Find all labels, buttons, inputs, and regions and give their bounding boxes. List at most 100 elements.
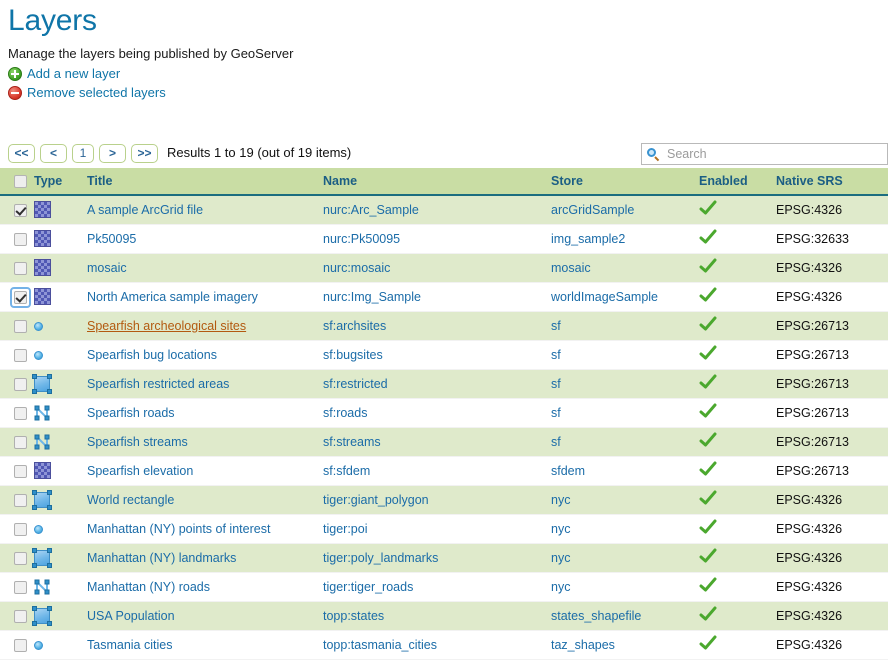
row-select-cell[interactable] [0,427,34,456]
layer-store-link[interactable]: nyc [551,522,570,536]
row-checkbox[interactable] [14,436,27,449]
layer-store-link[interactable]: sf [551,319,561,333]
row-select-cell[interactable] [0,514,34,543]
layer-title-link[interactable]: Spearfish elevation [87,464,193,478]
layer-name-link[interactable]: nurc:mosaic [323,261,390,275]
layer-title-link[interactable]: USA Population [87,609,175,623]
layer-store-link[interactable]: sf [551,406,561,420]
row-select-cell[interactable] [0,572,34,601]
row-checkbox[interactable] [14,262,27,275]
header-enabled[interactable]: Enabled [699,168,776,195]
search-input[interactable] [665,146,880,162]
layer-title-link[interactable]: A sample ArcGrid file [87,203,203,217]
row-select-cell[interactable] [0,340,34,369]
layer-name-link[interactable]: topp:states [323,609,384,623]
pager-page-1-button[interactable]: 1 [72,144,94,163]
row-checkbox[interactable] [14,378,27,391]
layer-name-link[interactable]: sf:roads [323,406,367,420]
layer-name-link[interactable]: topp:tasmania_cities [323,638,437,652]
row-checkbox[interactable] [14,320,27,333]
row-select-cell[interactable] [0,224,34,253]
layer-store-link[interactable]: taz_shapes [551,638,615,652]
layer-store-link[interactable]: nyc [551,551,570,565]
row-checkbox[interactable] [14,610,27,623]
row-checkbox[interactable] [14,349,27,362]
row-select-cell[interactable] [0,601,34,630]
header-title[interactable]: Title [86,168,323,195]
layer-name-link[interactable]: nurc:Img_Sample [323,290,421,304]
native-srs-value: EPSG:26713 [776,464,849,478]
row-select-cell[interactable] [0,369,34,398]
layer-name-link[interactable]: nurc:Arc_Sample [323,203,419,217]
layer-title-link[interactable]: World rectangle [87,493,174,507]
layer-title-link[interactable]: Pk50095 [87,232,136,246]
layer-name-link[interactable]: sf:streams [323,435,381,449]
pager-next-button[interactable]: > [99,144,126,163]
layer-store-link[interactable]: sf [551,348,561,362]
layer-title-link[interactable]: Spearfish restricted areas [87,377,229,391]
layer-store-link[interactable]: states_shapefile [551,609,641,623]
layer-name-link[interactable]: tiger:poly_landmarks [323,551,438,565]
pager-last-button[interactable]: >> [131,144,158,163]
row-checkbox[interactable] [14,494,27,507]
row-checkbox[interactable] [14,523,27,536]
row-select-cell[interactable] [0,311,34,340]
layer-title-link[interactable]: Manhattan (NY) roads [87,580,210,594]
header-native-srs[interactable]: Native SRS [776,168,888,195]
row-checkbox[interactable] [14,204,27,217]
row-select-cell[interactable] [0,543,34,572]
header-type[interactable]: Type [34,168,86,195]
layer-enabled-cell [699,369,776,398]
row-select-cell[interactable] [0,456,34,485]
layer-name-link[interactable]: sf:restricted [323,377,388,391]
add-new-layer-action[interactable]: Add a new layer [8,65,888,83]
header-store[interactable]: Store [551,168,699,195]
layer-store-link[interactable]: img_sample2 [551,232,625,246]
layer-name-link[interactable]: tiger:tiger_roads [323,580,413,594]
pager-first-button[interactable]: << [8,144,35,163]
layer-name-link[interactable]: sf:sfdem [323,464,370,478]
row-select-cell[interactable] [0,282,34,311]
layer-title-link[interactable]: Spearfish streams [87,435,188,449]
layer-store-link[interactable]: nyc [551,580,570,594]
search-box[interactable] [641,143,888,165]
layer-title-link[interactable]: Manhattan (NY) landmarks [87,551,236,565]
row-checkbox[interactable] [14,233,27,246]
pager-prev-button[interactable]: < [40,144,67,163]
remove-selected-layers-action[interactable]: Remove selected layers [8,84,888,102]
layer-name-link[interactable]: nurc:Pk50095 [323,232,400,246]
layer-title-link[interactable]: mosaic [87,261,127,275]
layer-store-link[interactable]: nyc [551,493,570,507]
layer-store-link[interactable]: sfdem [551,464,585,478]
layer-name-link[interactable]: sf:bugsites [323,348,383,362]
row-checkbox[interactable] [14,291,27,304]
layer-title-link[interactable]: Spearfish roads [87,406,175,420]
results-count-label: Results 1 to 19 (out of 19 items) [167,145,351,161]
layer-title-link[interactable]: Manhattan (NY) points of interest [87,522,270,536]
layer-title-link[interactable]: Spearfish bug locations [87,348,217,362]
select-all-header[interactable] [0,168,34,195]
layer-title-link[interactable]: Tasmania cities [87,638,172,652]
layer-name-link[interactable]: sf:archsites [323,319,386,333]
row-select-cell[interactable] [0,253,34,282]
row-select-cell[interactable] [0,630,34,659]
layer-store-link[interactable]: sf [551,435,561,449]
row-checkbox[interactable] [14,581,27,594]
row-select-cell[interactable] [0,485,34,514]
row-select-cell[interactable] [0,195,34,224]
layer-name-link[interactable]: tiger:poi [323,522,367,536]
row-checkbox[interactable] [14,407,27,420]
row-checkbox[interactable] [14,639,27,652]
layer-name-link[interactable]: tiger:giant_polygon [323,493,429,507]
layer-title-link[interactable]: North America sample imagery [87,290,258,304]
row-select-cell[interactable] [0,398,34,427]
layer-store-link[interactable]: sf [551,377,561,391]
row-checkbox[interactable] [14,552,27,565]
layer-store-link[interactable]: worldImageSample [551,290,658,304]
row-checkbox[interactable] [14,465,27,478]
header-name[interactable]: Name [323,168,551,195]
select-all-checkbox[interactable] [14,175,27,188]
layer-store-link[interactable]: arcGridSample [551,203,634,217]
layer-title-link[interactable]: Spearfish archeological sites [87,319,246,333]
layer-store-link[interactable]: mosaic [551,261,591,275]
